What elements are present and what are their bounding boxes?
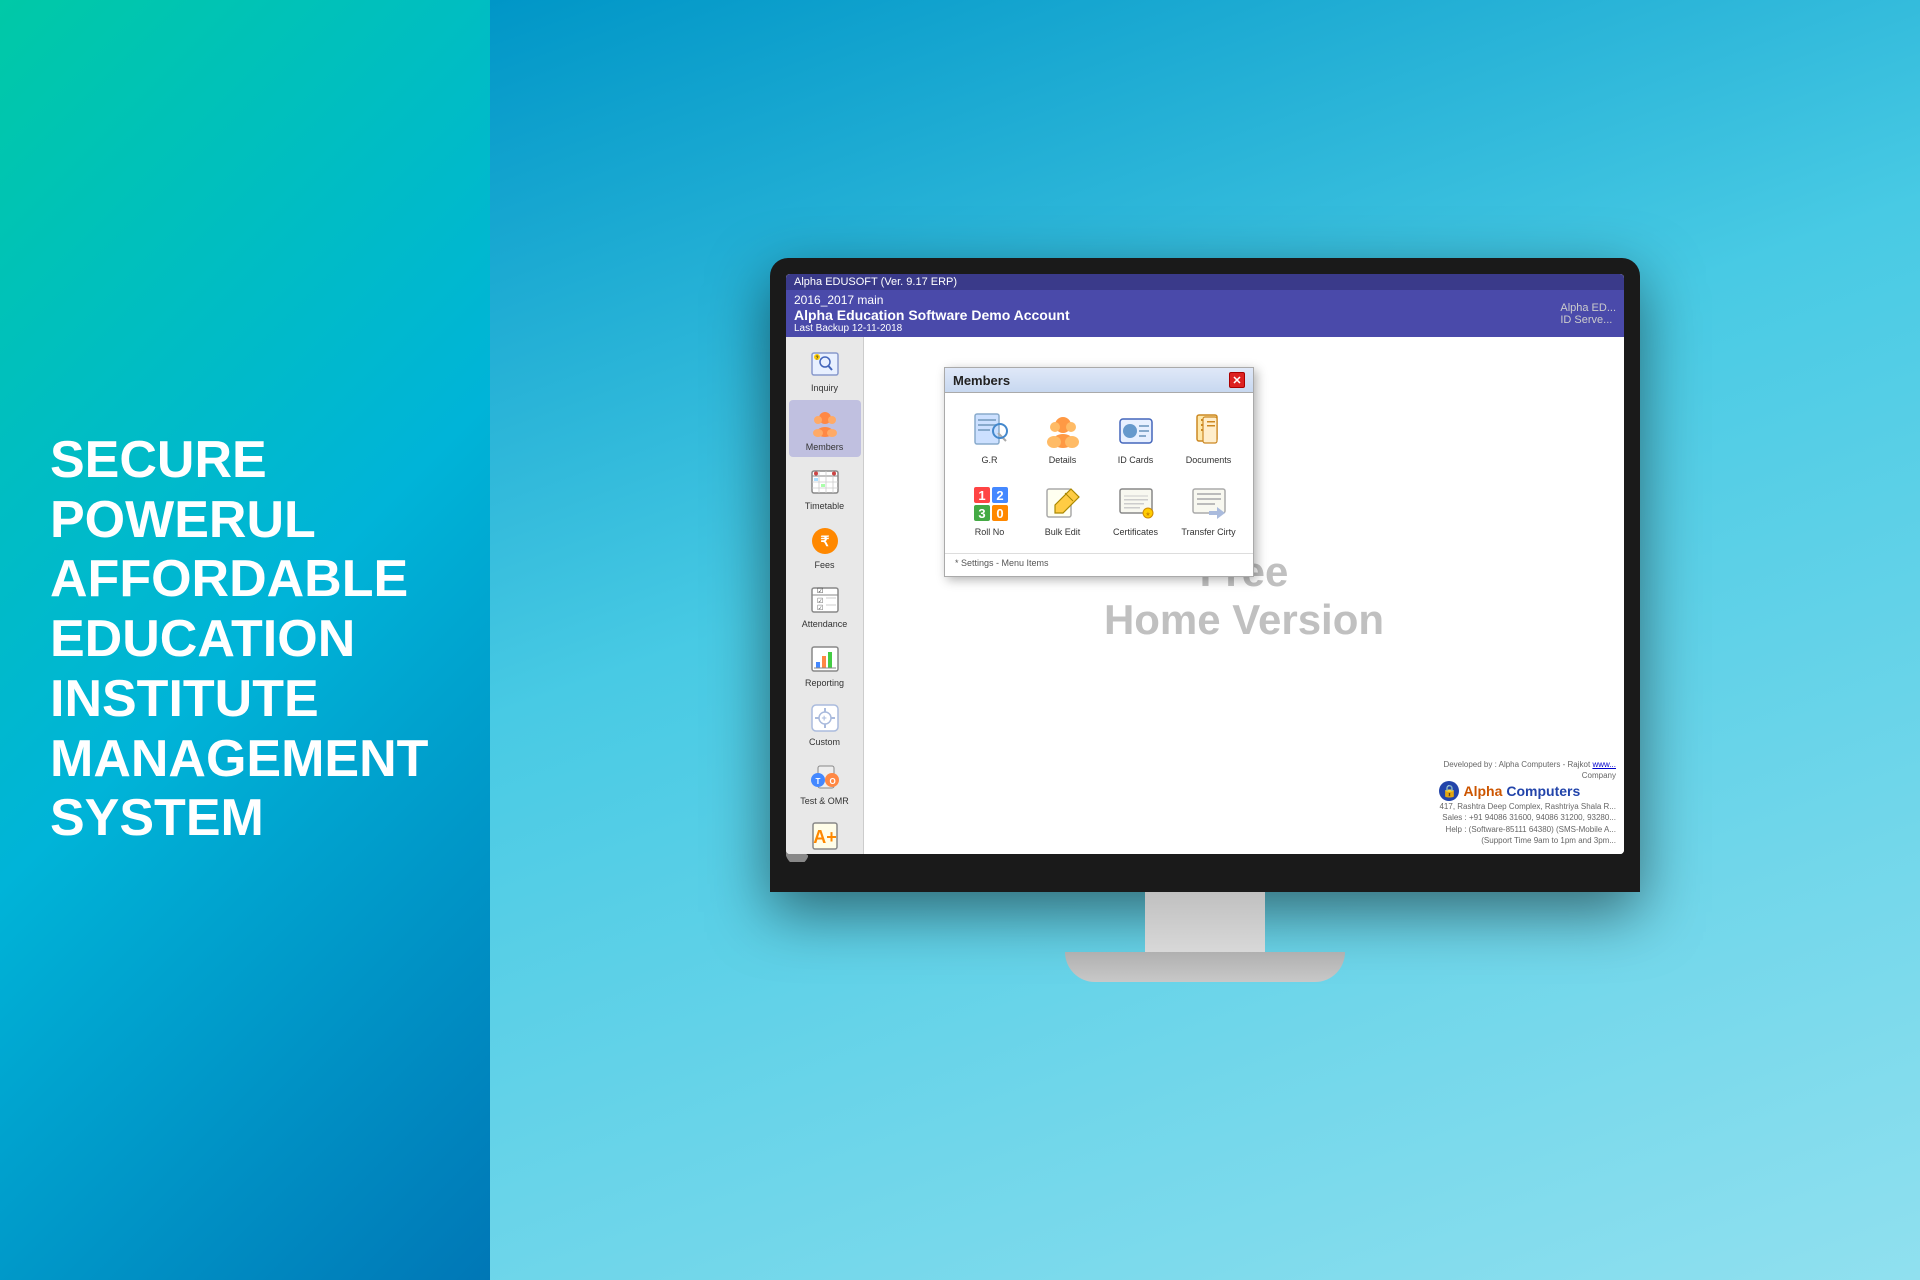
- footer-info: Developed by : Alpha Computers - Rajkot …: [1439, 759, 1616, 846]
- timetable-icon: [807, 464, 843, 500]
- sidebar-label-test: Test & OMR: [800, 796, 849, 806]
- dev-info: Developed by : Alpha Computers - Rajkot …: [1439, 759, 1616, 770]
- popup-item-transfer[interactable]: Transfer Cirty: [1174, 475, 1243, 543]
- sidebar-item-exams[interactable]: A+ Exams: [789, 813, 861, 854]
- last-backup: Last Backup 12-11-2018: [794, 323, 1070, 334]
- sidebar-label-attendance: Attendance: [802, 619, 848, 629]
- sidebar-item-inquiry[interactable]: ? Inquiry: [789, 341, 861, 398]
- sidebar-item-test[interactable]: T O Test & OMR: [789, 754, 861, 811]
- left-panel: SECURE POWERUL AFFORDABLE EDUCATION INST…: [0, 0, 490, 1280]
- transfer-label: Transfer Cirty: [1181, 527, 1235, 537]
- svg-text:?: ?: [815, 356, 818, 362]
- address-info: 417, Rashtra Deep Complex, Rashtriya Sha…: [1439, 801, 1616, 846]
- popup-title-bar: Members ✕: [945, 368, 1253, 393]
- popup-item-rollno[interactable]: 1 2 3 0: [955, 475, 1024, 543]
- sidebar-item-fees[interactable]: ₹ Fees: [789, 518, 861, 575]
- sidebar-item-members[interactable]: Members: [789, 400, 861, 457]
- idcards-label: ID Cards: [1118, 455, 1154, 465]
- bulkedit-icon: [1041, 481, 1085, 525]
- members-popup: Members ✕: [944, 367, 1254, 577]
- svg-text:₹: ₹: [820, 533, 829, 549]
- transfer-icon: [1187, 481, 1231, 525]
- sidebar-label-timetable: Timetable: [805, 501, 844, 511]
- certificates-label: Certificates: [1113, 527, 1158, 537]
- svg-text:1: 1: [978, 488, 985, 503]
- monitor-stand-neck: [1145, 892, 1265, 952]
- documents-icon: [1187, 409, 1231, 453]
- sidebar-item-attendance[interactable]: ☑ ☑ ☑ Attendance: [789, 577, 861, 634]
- monitor-bezel: Alpha EDUSOFT (Ver. 9.17 ERP) 2016_2017 …: [770, 258, 1640, 892]
- monitor-stand-base: [1065, 952, 1345, 982]
- test-icon: T O: [807, 759, 843, 795]
- exams-icon: A+: [807, 818, 843, 854]
- svg-text:2: 2: [996, 488, 1003, 503]
- popup-item-bulkedit[interactable]: Bulk Edit: [1028, 475, 1097, 543]
- sidebar: ? Inquiry: [786, 337, 864, 854]
- popup-item-gr[interactable]: G.R: [955, 403, 1024, 471]
- popup-close-button[interactable]: ✕: [1229, 372, 1245, 388]
- account-name: Alpha Education Software Demo Account: [794, 307, 1070, 323]
- popup-grid: G.R: [945, 393, 1253, 553]
- sidebar-item-reporting[interactable]: Reporting: [789, 636, 861, 693]
- sidebar-label-fees: Fees: [814, 560, 834, 570]
- popup-item-documents[interactable]: Documents: [1174, 403, 1243, 471]
- svg-text:☑: ☑: [817, 604, 823, 612]
- gr-label: G.R: [981, 455, 997, 465]
- sidebar-label-custom: Custom: [809, 737, 840, 747]
- popup-settings-note: * Settings - Menu Items: [945, 553, 1253, 576]
- rollno-label: Roll No: [975, 527, 1005, 537]
- app-title: Alpha EDUSOFT (Ver. 9.17 ERP): [794, 276, 957, 288]
- tagline: SECURE POWERUL AFFORDABLE EDUCATION INST…: [50, 431, 440, 850]
- right-panel: Alpha EDUSOFT (Ver. 9.17 ERP) 2016_2017 …: [490, 0, 1920, 1280]
- details-icon: [1041, 409, 1085, 453]
- brand-computers: Computers: [1506, 783, 1580, 799]
- sidebar-item-custom[interactable]: + Custom: [789, 695, 861, 752]
- details-label: Details: [1049, 455, 1077, 465]
- title-bar-top: Alpha EDUSOFT (Ver. 9.17 ERP): [786, 274, 1624, 290]
- popup-title: Members: [953, 373, 1010, 388]
- popup-item-certificates[interactable]: ★ Certificates: [1101, 475, 1170, 543]
- sidebar-label-members: Members: [806, 442, 844, 452]
- idcards-icon: [1114, 409, 1158, 453]
- monitor-screen: Alpha EDUSOFT (Ver. 9.17 ERP) 2016_2017 …: [786, 274, 1624, 854]
- brand-alpha: Alpha: [1463, 783, 1502, 799]
- gr-icon: [968, 409, 1012, 453]
- sidebar-item-timetable[interactable]: Timetable: [789, 459, 861, 516]
- svg-text:★: ★: [1145, 511, 1150, 518]
- attendance-icon: ☑ ☑ ☑: [807, 582, 843, 618]
- brand-icon: 🔒: [1439, 781, 1459, 801]
- content-area: Free Home Version Members ✕: [864, 337, 1624, 854]
- svg-text:0: 0: [996, 506, 1003, 521]
- svg-text:T: T: [815, 777, 820, 786]
- svg-text:☑: ☑: [817, 597, 823, 605]
- app-window: Alpha EDUSOFT (Ver. 9.17 ERP) 2016_2017 …: [786, 274, 1624, 854]
- documents-label: Documents: [1186, 455, 1232, 465]
- bulkedit-label: Bulk Edit: [1045, 527, 1081, 537]
- custom-icon: +: [807, 700, 843, 736]
- sidebar-label-inquiry: Inquiry: [811, 383, 838, 393]
- rollno-icon: 1 2 3 0: [968, 481, 1012, 525]
- popup-item-idcards[interactable]: ID Cards: [1101, 403, 1170, 471]
- monitor: Alpha EDUSOFT (Ver. 9.17 ERP) 2016_2017 …: [770, 258, 1640, 982]
- title-bar-main: 2016_2017 main Alpha Education Software …: [786, 290, 1624, 337]
- alpha-brand: 🔒 Alpha Computers: [1439, 781, 1616, 801]
- svg-text:3: 3: [978, 506, 985, 521]
- sidebar-label-reporting: Reporting: [805, 678, 844, 688]
- reporting-icon: [807, 641, 843, 677]
- svg-text:O: O: [829, 777, 835, 786]
- company-label: Company: [1439, 770, 1616, 781]
- certificates-icon: ★: [1114, 481, 1158, 525]
- fees-icon: ₹: [807, 523, 843, 559]
- year-session: 2016_2017 main: [794, 293, 1070, 307]
- svg-text:☑: ☑: [817, 587, 823, 595]
- svg-text:+: +: [821, 713, 826, 723]
- svg-text:A+: A+: [813, 827, 837, 847]
- members-icon: [807, 405, 843, 441]
- inquiry-icon: ?: [807, 346, 843, 382]
- popup-item-details[interactable]: Details: [1028, 403, 1097, 471]
- main-content: ? Inquiry: [786, 337, 1624, 854]
- title-bar-right: Alpha ED... ID Serve...: [1560, 302, 1616, 326]
